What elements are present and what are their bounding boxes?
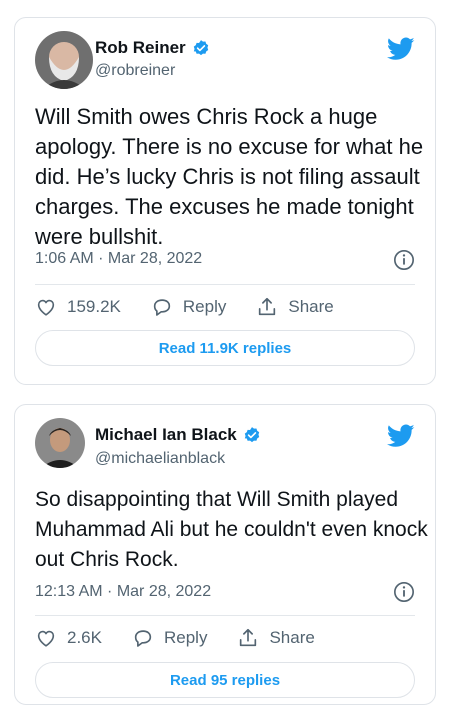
tweet-text: Will Smith owes Chris Rock a huge apolog…	[35, 104, 424, 249]
share-icon	[240, 628, 257, 647]
tweet-timestamp[interactable]: 12:13 AM · Mar 28, 2022	[35, 583, 211, 601]
author-handle[interactable]: @robreiner	[95, 62, 175, 80]
share-icon	[259, 297, 276, 316]
reply-label: Reply	[182, 297, 227, 316]
like-count: 159.2K	[67, 297, 121, 316]
author-row: Rob Reiner	[95, 38, 210, 58]
author-row: Michael Ian Black	[95, 425, 261, 445]
reply-button[interactable]: Reply	[132, 627, 207, 649]
info-icon[interactable]	[393, 249, 415, 271]
reply-bubble-icon	[153, 299, 171, 316]
twitter-bird-icon[interactable]	[387, 424, 415, 448]
reply-bubble-icon	[134, 630, 152, 647]
like-count: 2.6K	[67, 628, 102, 647]
tweet-text: So disappointing that Will Smith played …	[35, 488, 428, 571]
read-replies-button[interactable]: Read 11.9K replies	[35, 330, 415, 366]
info-icon[interactable]	[393, 581, 415, 603]
share-label: Share	[288, 297, 334, 316]
reply-button[interactable]: Reply	[151, 296, 226, 318]
tweet-card[interactable]: Michael Ian Black @michaelianblack So di…	[14, 404, 436, 705]
read-replies-button[interactable]: Read 95 replies	[35, 662, 415, 698]
avatar[interactable]	[35, 418, 85, 468]
tweet-card[interactable]: Rob Reiner @robreiner Will Smith owes Ch…	[14, 17, 436, 385]
reply-label: Reply	[163, 628, 208, 647]
action-bar: 159.2K Reply Share	[35, 296, 364, 318]
author-name[interactable]: Rob Reiner	[95, 38, 186, 58]
share-button[interactable]: Share	[237, 627, 315, 649]
verified-badge-icon	[244, 427, 259, 443]
divider	[35, 615, 415, 616]
author-handle[interactable]: @michaelianblack	[95, 450, 225, 468]
verified-badge-icon	[193, 40, 208, 56]
like-button[interactable]: 2.6K	[35, 627, 102, 649]
action-bar: 2.6K Reply Share	[35, 627, 345, 649]
author-name[interactable]: Michael Ian Black	[95, 425, 237, 445]
divider	[35, 284, 415, 285]
avatar[interactable]	[35, 31, 93, 89]
twitter-bird-icon[interactable]	[387, 37, 415, 61]
like-button[interactable]: 159.2K	[35, 296, 121, 318]
share-button[interactable]: Share	[256, 296, 334, 318]
share-label: Share	[269, 628, 315, 647]
heart-icon	[37, 630, 55, 647]
tweet-timestamp[interactable]: 1:06 AM · Mar 28, 2022	[35, 250, 202, 268]
heart-icon	[37, 299, 55, 316]
